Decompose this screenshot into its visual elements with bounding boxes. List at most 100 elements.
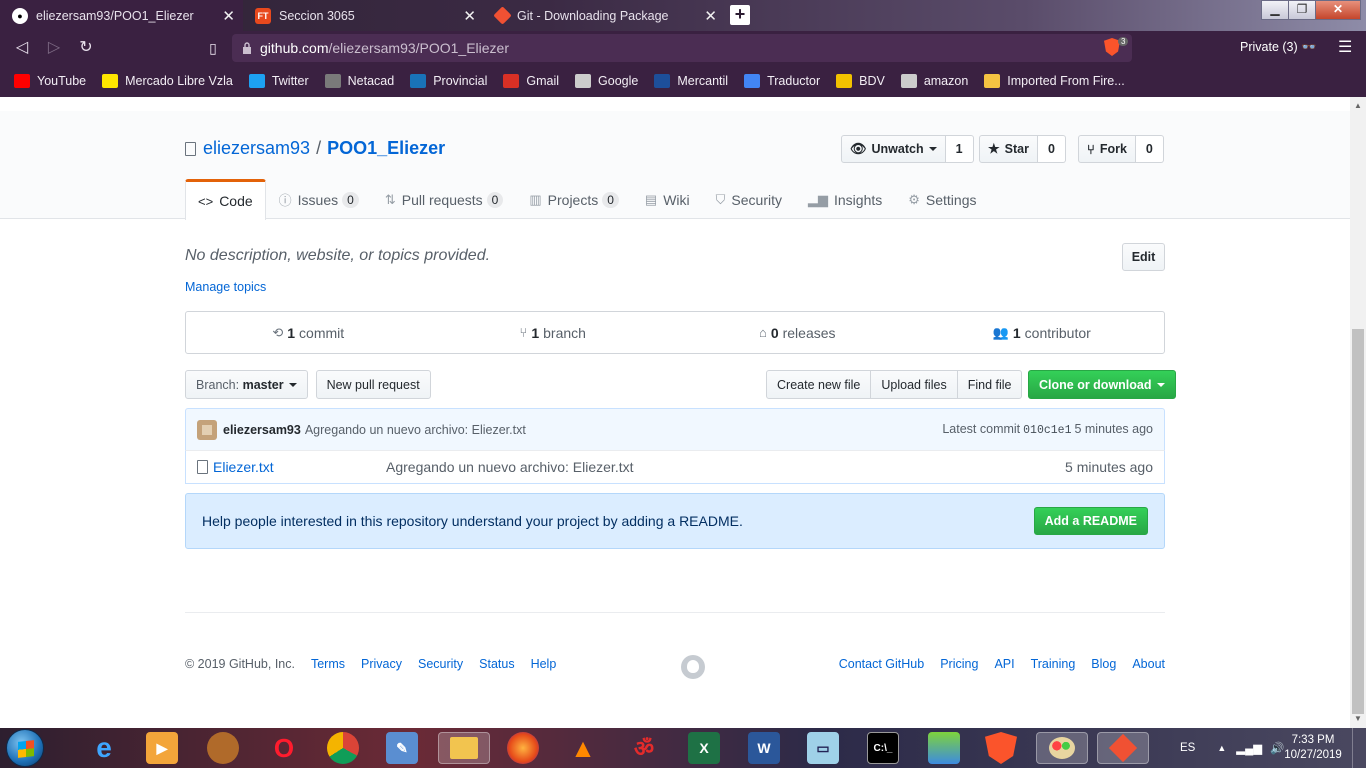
commit-sha-link[interactable]: 010c1e1 xyxy=(1023,424,1071,437)
footer-link[interactable]: Privacy xyxy=(361,657,402,671)
internet-explorer-icon[interactable]: e xyxy=(88,732,120,764)
git-gui-icon[interactable] xyxy=(1097,732,1149,764)
footer-link[interactable]: Help xyxy=(531,657,557,671)
tab-issues[interactable]: ⓘ Issues 0 xyxy=(266,179,372,219)
tab-settings[interactable]: ⚙ Settings xyxy=(895,179,989,219)
new-pull-request-button[interactable]: New pull request xyxy=(315,370,431,399)
bookmark-item[interactable]: YouTube xyxy=(14,74,86,88)
file-name-link[interactable]: Eliezer.txt xyxy=(213,459,386,475)
bookmark-item[interactable]: Google xyxy=(575,74,638,88)
window-close-button[interactable]: ✕ xyxy=(1315,0,1361,20)
tab-wiki[interactable]: ▤ Wiki xyxy=(632,179,703,219)
commit-message[interactable]: Agregando un nuevo archivo: Eliezer.txt xyxy=(305,423,526,437)
find-file-button[interactable]: Find file xyxy=(956,370,1023,399)
firefox-icon[interactable] xyxy=(507,732,539,764)
upload-files-button[interactable]: Upload files xyxy=(870,370,958,399)
footer-link[interactable]: About xyxy=(1132,657,1165,671)
github-logo-icon[interactable] xyxy=(681,655,705,679)
command-prompt-icon[interactable]: C:\_ xyxy=(867,732,899,764)
bookmark-item[interactable]: Mercado Libre Vzla xyxy=(102,74,233,88)
page-scrollbar[interactable]: ▲ ▼ xyxy=(1350,97,1366,728)
tab-pull-requests[interactable]: ⇅ Pull requests 0 xyxy=(372,179,517,219)
bookmark-item[interactable]: BDV xyxy=(836,74,885,88)
star-button[interactable]: ★ Star xyxy=(979,135,1038,163)
chrome-icon[interactable] xyxy=(327,732,359,764)
stars-count[interactable]: 0 xyxy=(1037,135,1066,163)
bookmark-item[interactable]: Provincial xyxy=(410,74,487,88)
tab-git-download[interactable]: Git - Downloading Package ✕ xyxy=(484,0,725,31)
bookmark-item[interactable]: Imported From Fire... xyxy=(984,74,1125,88)
footer-link[interactable]: Contact GitHub xyxy=(839,657,924,671)
footer-link[interactable]: Pricing xyxy=(940,657,978,671)
notepad-icon[interactable]: ▭ xyxy=(807,732,839,764)
language-indicator[interactable]: ES xyxy=(1180,742,1195,754)
footer-link[interactable]: Status xyxy=(479,657,514,671)
glove-app-icon[interactable] xyxy=(207,732,239,764)
tab-projects[interactable]: ▥ Projects 0 xyxy=(516,179,632,219)
bookmark-item[interactable]: Mercantil xyxy=(654,74,728,88)
excel-icon[interactable]: X xyxy=(688,732,720,764)
repo-name-link[interactable]: POO1_Eliezer xyxy=(327,138,445,159)
close-tab-icon[interactable]: ✕ xyxy=(222,7,235,25)
tab-github[interactable]: ● eliezersam93/POO1_Eliezer ✕ xyxy=(0,0,243,31)
private-windows-indicator[interactable]: Private (3) 👓 xyxy=(1240,40,1317,55)
address-bar[interactable]: github.com/eliezersam93/POO1_Eliezer xyxy=(232,34,1132,62)
media-player-icon[interactable]: ▶ xyxy=(146,732,178,764)
minimize-button[interactable]: ▁ xyxy=(1261,0,1289,20)
file-explorer-icon[interactable] xyxy=(438,732,490,764)
vlc-icon[interactable]: ▲ xyxy=(567,732,599,764)
new-tab-button[interactable]: + xyxy=(730,5,750,25)
signal-icon[interactable]: ▂▄▆ xyxy=(1236,741,1262,755)
opera-icon[interactable]: O xyxy=(268,732,300,764)
footer-link[interactable]: Security xyxy=(418,657,463,671)
scrollbar-thumb[interactable] xyxy=(1352,329,1364,714)
show-hidden-icons-icon[interactable]: ▲ xyxy=(1217,743,1226,753)
branches-link[interactable]: ⑂ 1 branch xyxy=(431,312,676,353)
footer-link[interactable]: API xyxy=(994,657,1014,671)
bookmark-icon[interactable]: ▯ xyxy=(203,38,223,58)
fork-button[interactable]: ⑂ Fork xyxy=(1078,135,1136,163)
maximize-button[interactable]: ❐ xyxy=(1288,0,1316,20)
start-button[interactable] xyxy=(6,729,44,767)
commits-link[interactable]: ⟲ 1 commit xyxy=(186,312,431,353)
scroll-down-icon[interactable]: ▼ xyxy=(1354,714,1362,723)
avatar[interactable] xyxy=(197,419,217,440)
word-icon[interactable]: W xyxy=(748,732,780,764)
contributors-link[interactable]: 👥 1 contributor xyxy=(920,312,1165,353)
reload-icon[interactable]: ↻ xyxy=(76,38,96,58)
tab-insights[interactable]: ▂▆ Insights xyxy=(795,179,895,219)
unwatch-button[interactable]: 👁 Unwatch xyxy=(841,135,946,163)
brave-icon[interactable] xyxy=(985,732,1017,764)
watchers-count[interactable]: 1 xyxy=(945,135,974,163)
bookmark-item[interactable]: amazon xyxy=(900,74,968,88)
close-tab-icon[interactable]: ✕ xyxy=(463,7,476,25)
footer-link[interactable]: Terms xyxy=(311,657,345,671)
paint-tool-icon[interactable]: ✎ xyxy=(386,732,418,764)
commit-author-link[interactable]: eliezersam93 xyxy=(223,423,301,437)
om-app-icon[interactable]: ॐ xyxy=(628,732,660,764)
add-readme-button[interactable]: Add a README xyxy=(1033,507,1148,535)
tab-security[interactable]: ⛉ Security xyxy=(703,179,795,219)
footer-link[interactable]: Training xyxy=(1031,657,1076,671)
bookmark-item[interactable]: Gmail xyxy=(503,74,559,88)
file-commit-message[interactable]: Agregando un nuevo archivo: Eliezer.txt xyxy=(386,459,634,475)
show-desktop-button[interactable] xyxy=(1352,728,1366,768)
forks-count[interactable]: 0 xyxy=(1135,135,1164,163)
bluestacks-icon[interactable] xyxy=(928,732,960,764)
manage-topics-link[interactable]: Manage topics xyxy=(185,280,266,294)
footer-link[interactable]: Blog xyxy=(1091,657,1116,671)
close-tab-icon[interactable]: ✕ xyxy=(704,7,717,25)
repo-owner-link[interactable]: eliezersam93 xyxy=(203,138,310,159)
bookmark-item[interactable]: Netacad xyxy=(324,74,394,88)
bookmark-item[interactable]: Traductor xyxy=(744,74,820,88)
tab-seccion[interactable]: FT Seccion 3065 ✕ xyxy=(243,0,484,31)
create-new-file-button[interactable]: Create new file xyxy=(766,370,872,399)
releases-link[interactable]: ⌂ 0 releases xyxy=(675,312,920,353)
back-icon[interactable]: ◁ xyxy=(12,38,32,58)
tab-code[interactable]: <> Code xyxy=(185,179,266,220)
forward-icon[interactable]: ▷ xyxy=(44,38,64,58)
edit-description-button[interactable]: Edit xyxy=(1122,243,1165,271)
system-clock[interactable]: 7:33 PM 10/27/2019 xyxy=(1283,733,1343,763)
hamburger-menu-icon[interactable]: ☰ xyxy=(1338,37,1352,57)
bookmark-item[interactable]: Twitter xyxy=(248,74,309,88)
